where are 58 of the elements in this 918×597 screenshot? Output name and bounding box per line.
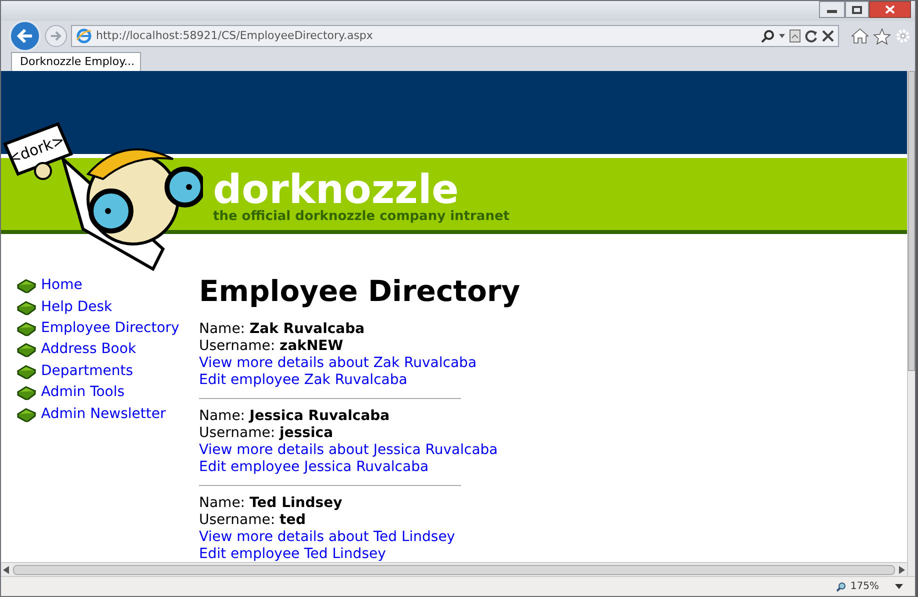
zoom-level[interactable]: 175% [850,579,879,594]
nav-link[interactable]: Admin Newsletter [41,404,166,425]
maximize-icon [852,6,862,14]
minimize-icon [827,10,837,13]
book-icon [17,364,36,379]
nav-link[interactable]: Departments [41,360,134,382]
employee-name: Name: Jessica Ruvalcaba [199,408,391,425]
scroll-right-icon[interactable] [899,566,905,574]
stop-icon[interactable] [822,30,834,42]
compatibility-view-icon[interactable] [789,29,801,43]
nav-link[interactable]: Home [41,275,82,296]
nav-link[interactable]: Employee Directory [41,318,180,339]
dropdown-caret-icon[interactable] [779,34,785,38]
book-icon [17,385,36,400]
book-icon [17,278,36,294]
employee-username: Username: jessica [199,425,334,442]
refresh-icon[interactable] [805,30,818,42]
browser-logo-icon [76,28,92,44]
dropdown-caret-icon[interactable] [895,584,903,589]
browser-tab[interactable]: Dorknozzle Employ... [11,52,141,71]
forward-arrow-icon [50,31,62,41]
nav-link[interactable]: Address Book [41,339,136,360]
star-icon[interactable] [873,28,891,44]
vertical-scrollbar[interactable] [907,71,915,576]
mascot-drawing: <dork> [3,99,203,274]
details-link[interactable]: View more details about Zak Ruvalcaba [199,355,477,372]
back-arrow-icon [17,29,33,43]
employee-username: Username: zakNEW [199,338,344,355]
book-icon [17,300,36,315]
address-text: http://localhost:58921/CS/EmployeeDirectory.aspx [96,28,374,44]
horizontal-scrollbar[interactable] [1,562,907,576]
scroll-left-icon[interactable] [3,566,9,574]
edit-link[interactable]: Edit employee Ted Lindsey [199,546,386,562]
tab-title: Dorknozzle Employ... [20,54,135,70]
book-icon [17,342,36,358]
address-bar[interactable]: http://localhost:58921/CS/EmployeeDirectory.aspx [71,25,839,47]
book-icon [17,406,36,422]
employee-username: Username: ted [199,512,307,529]
back-button[interactable] [9,20,41,52]
nav-link[interactable]: Admin Tools [41,382,125,404]
zoom-icon[interactable] [836,582,846,592]
nav-link[interactable]: Help Desk [41,296,112,318]
home-icon[interactable] [851,28,869,44]
minimize-button[interactable] [819,1,845,18]
close-icon [885,5,895,14]
details-link[interactable]: View more details about Jessica Ruvalcaba [199,442,498,459]
book-icon [17,320,36,336]
maximize-button[interactable] [845,1,869,18]
edit-link[interactable]: Edit employee Jessica Ruvalcaba [199,459,429,476]
edit-link[interactable]: Edit employee Zak Ruvalcaba [199,372,408,389]
site-title: dorknozzle [213,170,459,210]
employee-name: Name: Zak Ruvalcaba [199,321,366,338]
search-icon[interactable] [761,29,775,43]
details-link[interactable]: View more details about Ted Lindsey [199,529,456,546]
page-heading: Employee Directory [199,274,520,308]
close-button[interactable] [869,1,911,18]
employee-name: Name: Ted Lindsey [199,495,344,512]
site-tagline: the official dorknozzle company intranet [213,210,510,224]
